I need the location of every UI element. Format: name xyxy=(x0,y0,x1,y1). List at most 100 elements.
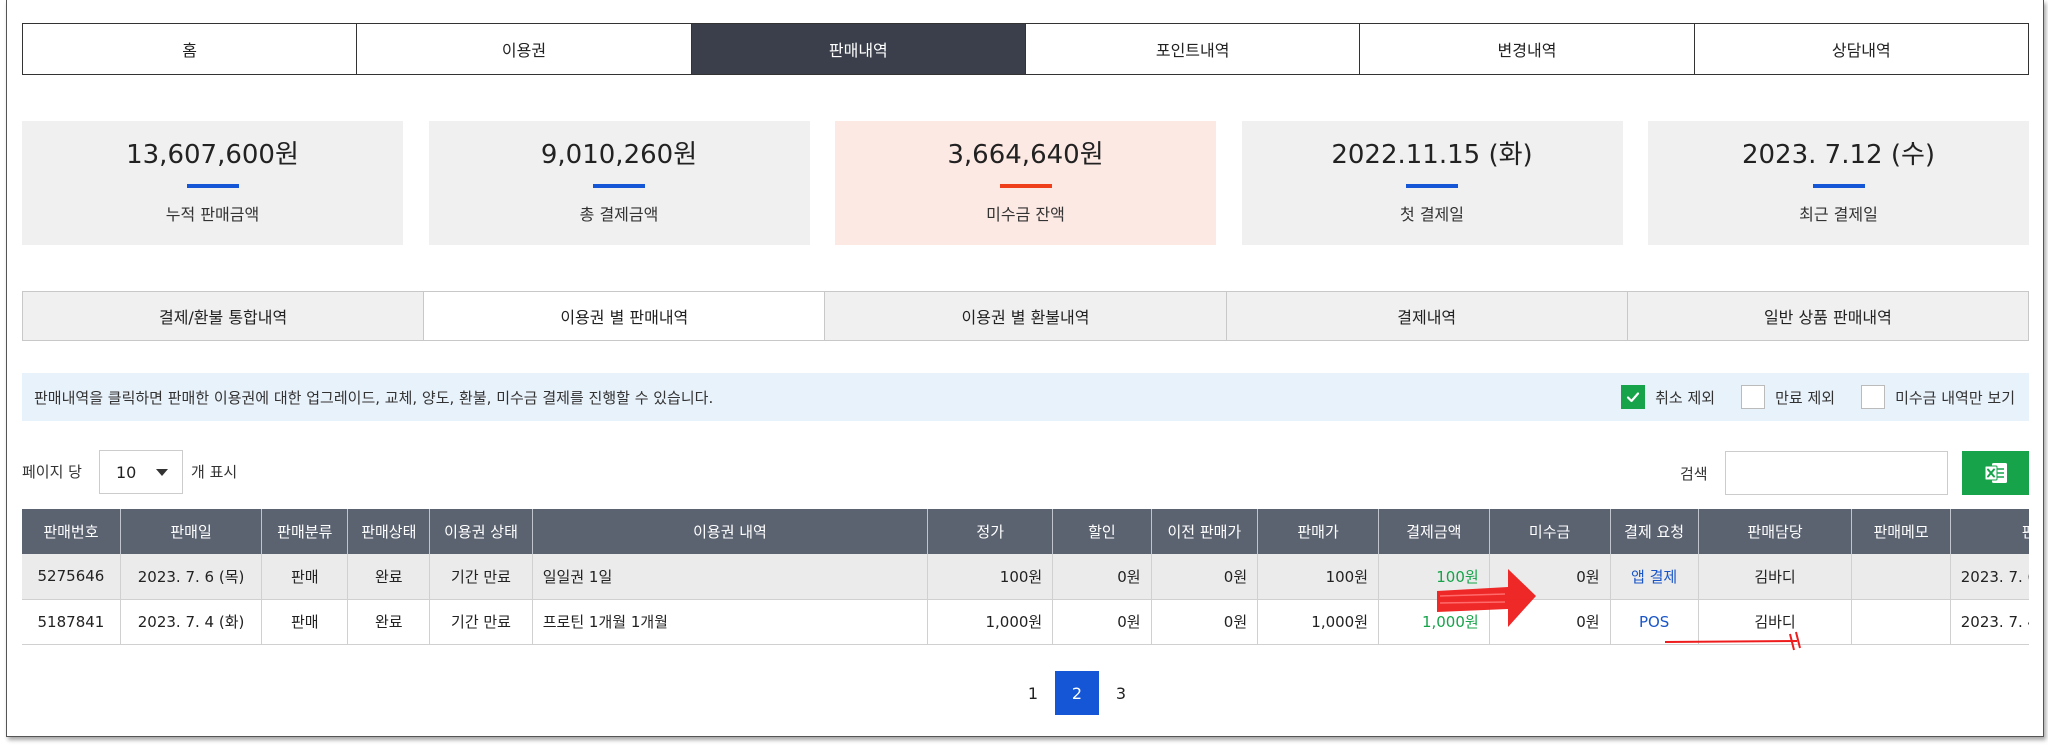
stat-value: 2023. 7.12 (수) xyxy=(1741,140,1936,170)
cell-sale-status: 완료 xyxy=(347,554,431,600)
cell-outstanding: 0원 xyxy=(1489,599,1611,645)
stat-label: 누적 판매금액 xyxy=(165,205,260,224)
table-header-row: 판매번호 판매일 판매분류 판매상태 이용권 상태 이용권 내역 정가 할인 이… xyxy=(22,509,2029,554)
stat-label: 첫 결제일 xyxy=(1400,205,1464,224)
col-header-payment-request[interactable]: 결제 요청 xyxy=(1610,509,1699,554)
cell-list-price: 1,000원 xyxy=(927,599,1054,645)
col-header-pass-status[interactable]: 이용권 상태 xyxy=(429,509,533,554)
cell-sales-memo xyxy=(1851,599,1951,645)
per-page-select[interactable]: 10 xyxy=(99,450,183,494)
cell-discount: 0원 xyxy=(1052,599,1152,645)
sales-table: 판매번호 판매일 판매분류 판매상태 이용권 상태 이용권 내역 정가 할인 이… xyxy=(22,509,2029,645)
cell-sale-no: 5187841 xyxy=(22,599,121,645)
subtab-general-product-sales[interactable]: 일반 상품 판매내역 xyxy=(1627,292,2029,340)
cell-sale-date: 2023. 7. 6 (목) xyxy=(120,554,263,600)
stat-label: 미수금 잔액 xyxy=(986,205,1065,224)
stat-label: 총 결제금액 xyxy=(579,205,659,224)
tab-passes[interactable]: 이용권 xyxy=(357,24,692,74)
table-row[interactable]: 5187841 2023. 7. 4 (화) 판매 완료 기간 만료 프로틴 1… xyxy=(22,599,2029,645)
subtab-payment-refund-combined[interactable]: 결제/환불 통합내역 xyxy=(23,292,425,340)
col-header-processed[interactable]: 판매처리 xyxy=(1950,509,2029,554)
cell-sale-price: 100원 xyxy=(1257,554,1380,600)
main-tab-bar: 홈 이용권 판매내역 포인트내역 변경내역 상담내역 xyxy=(22,23,2029,75)
cell-previous-price: 0원 xyxy=(1151,554,1259,600)
filter-label: 미수금 내역만 보기 xyxy=(1895,388,2015,407)
col-header-pass-detail[interactable]: 이용권 내역 xyxy=(532,509,929,554)
tab-home[interactable]: 홈 xyxy=(23,24,358,74)
stat-underline xyxy=(1812,184,1865,188)
summary-stats: 13,607,600원 누적 판매금액 9,010,260원 총 결제금액 3,… xyxy=(22,121,2029,245)
tab-change-history[interactable]: 변경내역 xyxy=(1360,24,1695,74)
cell-sale-date: 2023. 7. 4 (화) xyxy=(120,599,263,645)
filter-outstanding-only[interactable]: 미수금 내역만 보기 xyxy=(1861,385,2015,409)
per-page-suffix: 개 표시 xyxy=(191,463,238,481)
col-header-list-price[interactable]: 정가 xyxy=(927,509,1054,554)
subtab-payments[interactable]: 결제내역 xyxy=(1226,292,1628,340)
col-header-sale-no[interactable]: 판매번호 xyxy=(22,509,121,554)
col-header-sale-type[interactable]: 판매분류 xyxy=(261,509,349,554)
col-header-paid-amount[interactable]: 결제금액 xyxy=(1378,509,1490,554)
cell-processed-date: 2023. 7. 4 (화) xyxy=(1950,599,2029,645)
col-header-sales-staff[interactable]: 판매담당 xyxy=(1698,509,1853,554)
cell-sales-memo xyxy=(1851,554,1951,600)
cell-paid-amount: 100원 xyxy=(1378,554,1490,600)
caret-down-icon xyxy=(156,469,168,476)
page-button[interactable]: 3 xyxy=(1099,671,1143,715)
stat-label: 최근 결제일 xyxy=(1799,205,1878,224)
col-header-sale-price[interactable]: 판매가 xyxy=(1257,509,1380,554)
stat-card-last-payment-date: 2023. 7.12 (수) 최근 결제일 xyxy=(1648,121,2029,245)
subtab-refunds-by-pass[interactable]: 이용권 별 환불내역 xyxy=(825,292,1227,340)
col-header-sales-memo[interactable]: 판매메모 xyxy=(1851,509,1951,554)
col-header-sale-date[interactable]: 판매일 xyxy=(120,509,263,554)
cell-outstanding: 0원 xyxy=(1489,554,1611,600)
col-header-previous-price[interactable]: 이전 판매가 xyxy=(1151,509,1259,554)
sub-tab-bar: 결제/환불 통합내역 이용권 별 판매내역 이용권 별 환불내역 결제내역 일반… xyxy=(22,291,2029,341)
page-button[interactable]: 1 xyxy=(1011,671,1055,715)
stat-value: 3,664,640원 xyxy=(947,140,1104,170)
per-page-value: 10 xyxy=(116,462,137,482)
col-header-discount[interactable]: 할인 xyxy=(1052,509,1152,554)
cell-sales-staff: 김바디 xyxy=(1698,554,1853,600)
cell-pass-detail: 일일권 1일 xyxy=(532,554,929,600)
stat-underline xyxy=(999,184,1052,188)
col-header-sale-status[interactable]: 판매상태 xyxy=(347,509,431,554)
stat-card-first-payment-date: 2022.11.15 (화) 첫 결제일 xyxy=(1241,121,1623,245)
cell-previous-price: 0원 xyxy=(1151,599,1259,645)
filter-exclude-expired[interactable]: 만료 제외 xyxy=(1741,385,1835,409)
excel-download-button[interactable] xyxy=(1962,451,2029,495)
stat-card-outstanding-balance: 3,664,640원 미수금 잔액 xyxy=(835,121,1216,245)
filter-label: 만료 제외 xyxy=(1775,388,1836,407)
search-label: 검색 xyxy=(1680,465,1708,483)
checkbox-icon[interactable] xyxy=(1861,385,1886,409)
col-header-outstanding[interactable]: 미수금 xyxy=(1489,509,1611,554)
info-banner: 판매내역을 클릭하면 판매한 이용권에 대한 업그레이드, 교체, 양도, 환불… xyxy=(22,373,2029,421)
excel-icon xyxy=(1984,463,2007,483)
tab-consultation-history[interactable]: 상담내역 xyxy=(1694,24,2028,74)
stat-underline xyxy=(593,184,645,188)
cell-sale-no: 5275646 xyxy=(22,554,121,600)
page-button-current[interactable]: 2 xyxy=(1055,671,1099,715)
checkbox-checked-icon[interactable] xyxy=(1621,385,1646,409)
stat-underline xyxy=(186,184,239,188)
cell-pass-status: 기간 만료 xyxy=(429,599,533,645)
cell-processed-date: 2023. 7. 6 (목) xyxy=(1950,554,2029,600)
cell-pass-detail: 프로틴 1개월 1개월 xyxy=(532,599,929,645)
tab-points-history[interactable]: 포인트내역 xyxy=(1025,24,1361,74)
checkbox-icon[interactable] xyxy=(1741,385,1766,409)
filter-group: 취소 제외 만료 제외 미수금 내역만 보기 xyxy=(1595,385,2015,409)
info-text: 판매내역을 클릭하면 판매한 이용권에 대한 업그레이드, 교체, 양도, 환불… xyxy=(34,388,714,407)
filter-exclude-cancelled[interactable]: 취소 제외 xyxy=(1621,385,1715,409)
subtab-sales-by-pass[interactable]: 이용권 별 판매내역 xyxy=(424,292,826,340)
tab-sales-history[interactable]: 판매내역 xyxy=(691,24,1026,74)
sales-table-container: 판매번호 판매일 판매분류 판매상태 이용권 상태 이용권 내역 정가 할인 이… xyxy=(22,509,2029,645)
payment-request-link[interactable]: 앱 결제 xyxy=(1610,554,1699,600)
stat-value: 2022.11.15 (화) xyxy=(1331,140,1533,170)
cell-paid-amount: 1,000원 xyxy=(1378,599,1490,645)
cell-sale-status: 완료 xyxy=(347,599,431,645)
table-row[interactable]: 5275646 2023. 7. 6 (목) 판매 완료 기간 만료 일일권 1… xyxy=(22,554,2029,600)
stat-value: 13,607,600원 xyxy=(126,140,299,170)
search-input[interactable] xyxy=(1725,451,1948,495)
payment-request-link[interactable]: POS xyxy=(1610,599,1699,645)
cell-sale-type: 판매 xyxy=(261,554,349,600)
stat-value: 9,010,260원 xyxy=(540,140,698,170)
